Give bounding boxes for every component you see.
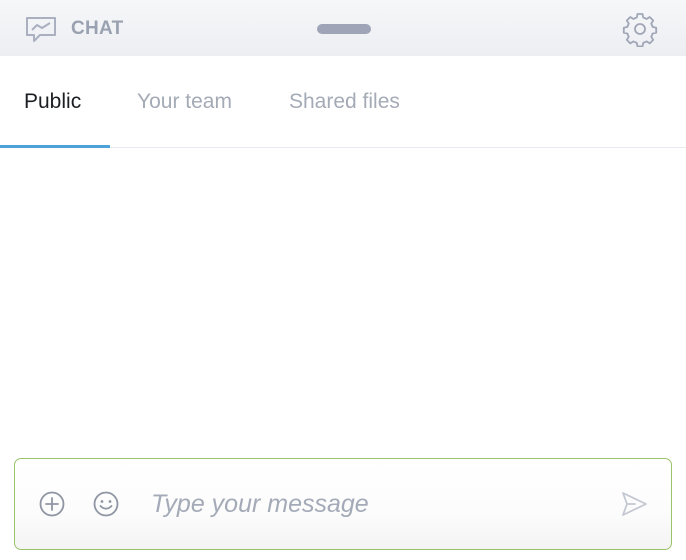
- send-icon[interactable]: [620, 490, 648, 518]
- chat-panel: CHAT Public Your team Shared files: [0, 0, 686, 560]
- chat-header: CHAT: [0, 0, 686, 56]
- gear-icon[interactable]: [622, 11, 658, 47]
- message-input[interactable]: [151, 483, 591, 525]
- tab-public[interactable]: Public: [24, 90, 81, 114]
- active-tab-indicator: [0, 145, 110, 148]
- tab-your-team[interactable]: Your team: [137, 90, 232, 114]
- message-composer: [14, 458, 672, 550]
- message-list[interactable]: [0, 149, 686, 449]
- chat-bubble-icon: [26, 17, 56, 42]
- plus-circle-icon[interactable]: [39, 491, 65, 517]
- tab-bar: Public Your team Shared files: [0, 56, 686, 148]
- drag-handle[interactable]: [317, 24, 371, 34]
- smiley-icon[interactable]: [93, 491, 119, 517]
- chat-title: CHAT: [71, 18, 124, 39]
- tab-shared-files[interactable]: Shared files: [289, 90, 400, 114]
